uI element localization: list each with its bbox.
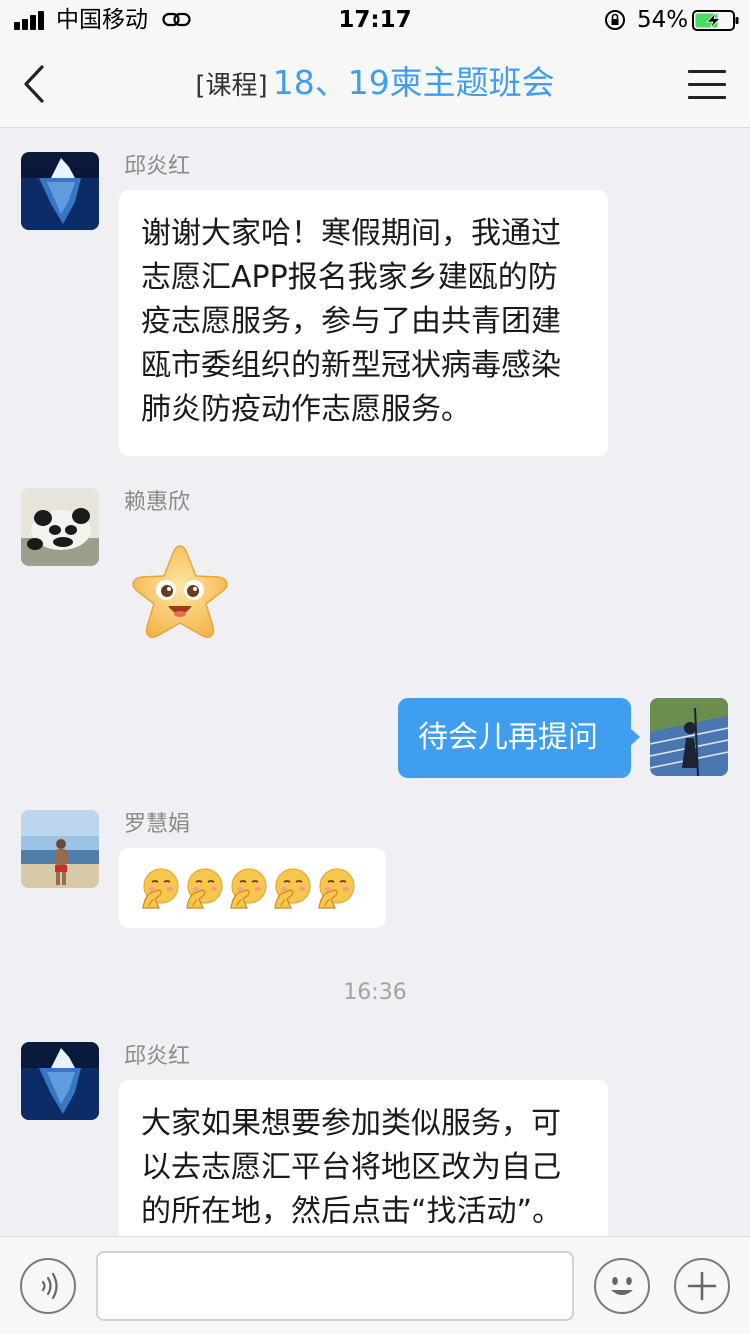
sender-name: 邱炎红: [124, 154, 191, 179]
message-line: 谢谢大家哈！寒假期间，我通过: [141, 216, 561, 251]
title-name: 18、19柬主题班会: [272, 63, 555, 102]
battery-percent: 54%: [637, 7, 689, 33]
message-line: 的所在地，然后点击“找活动”。: [141, 1194, 563, 1229]
beach-avatar[interactable]: [21, 810, 99, 888]
message-line: 志愿汇APP报名我家乡建瓯的防: [141, 260, 558, 295]
panda-avatar[interactable]: [21, 488, 99, 566]
hamburger-menu-icon[interactable]: [688, 70, 726, 100]
chat-messages[interactable]: 邱炎红 谢谢大家哈！寒假期间，我通过 志愿汇APP报名我家乡建瓯的防 疫志愿服务…: [0, 128, 750, 1236]
voice-icon[interactable]: [20, 1258, 76, 1314]
message-bubble[interactable]: [119, 848, 386, 928]
message-bubble[interactable]: 大家如果想要参加类似服务，可 以去志愿汇平台将地区改为自己 的所在地，然后点击“…: [119, 1080, 608, 1236]
rotation-lock-icon: [605, 10, 625, 30]
smiley-icon[interactable]: [594, 1258, 650, 1314]
battery-charging-icon: [692, 10, 739, 31]
status-bar: 中国移动 17:17 54%: [0, 0, 750, 40]
iceberg-avatar[interactable]: [21, 1042, 99, 1120]
title-tag: [课程]: [195, 71, 268, 101]
input-bar: [0, 1236, 750, 1334]
message-line: 肺炎防疫动作志愿服务。: [141, 392, 471, 427]
iceberg-avatar[interactable]: [21, 152, 99, 230]
sender-name: 罗慧娟: [124, 812, 191, 837]
timestamp: 16:36: [343, 980, 407, 1005]
shush-emoji: [142, 868, 179, 909]
plus-icon[interactable]: [674, 1258, 730, 1314]
message-line: 瓯市委组织的新型冠状病毒感染: [141, 348, 561, 383]
message-text: 待会儿再提问: [418, 720, 598, 755]
page-title: [课程] 18、19柬主题班会: [0, 60, 750, 112]
sender-name: 赖惠欣: [124, 490, 191, 515]
shush-emoji: [318, 868, 355, 909]
message-line: 以去志愿汇平台将地区改为自己: [141, 1150, 561, 1185]
message-bubble[interactable]: 谢谢大家哈！寒假期间，我通过 志愿汇APP报名我家乡建瓯的防 疫志愿服务，参与了…: [119, 190, 608, 456]
smiling-star-sticker[interactable]: [126, 542, 234, 650]
shush-emoji: [186, 868, 223, 909]
sender-name: 邱炎红: [124, 1044, 191, 1069]
message-input[interactable]: [96, 1251, 574, 1321]
my-message-bubble[interactable]: 待会儿再提问: [398, 698, 640, 778]
message-line: 大家如果想要参加类似服务，可: [141, 1106, 561, 1141]
message-line: 疫志愿服务，参与了由共青团建: [141, 304, 561, 339]
shush-emoji: [230, 868, 267, 909]
track-shadow-avatar[interactable]: [650, 698, 728, 776]
shush-emoji: [274, 868, 311, 909]
navigation-bar: [课程] 18、19柬主题班会: [0, 40, 750, 128]
